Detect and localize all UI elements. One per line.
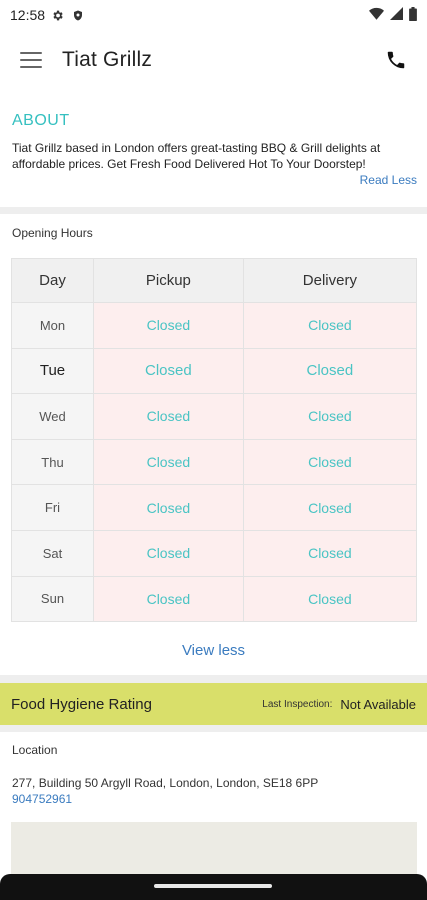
delivery-cell: Closed (242, 529, 418, 577)
view-less-link[interactable]: View less (0, 642, 427, 659)
day-cell: Sun (11, 575, 94, 623)
pickup-cell: Closed (93, 438, 244, 486)
pickup-cell: Closed (93, 347, 244, 395)
delivery-cell: Closed (242, 575, 418, 623)
table-row: Thu Closed Closed (11, 438, 418, 486)
about-section: ABOUT Tiat Grillz based in London offers… (12, 112, 417, 187)
table-row: Wed Closed Closed (11, 393, 418, 440)
pickup-cell: Closed (93, 393, 244, 440)
wifi-icon (369, 7, 384, 23)
status-time: 12:58 (10, 7, 46, 23)
day-cell: Mon (11, 302, 94, 349)
menu-hamburger-icon[interactable] (20, 52, 42, 68)
shield-icon (72, 9, 84, 22)
hygiene-value: Not Available (340, 696, 416, 712)
food-hygiene-bar: Food Hygiene Rating Last Inspection: Not… (0, 683, 427, 725)
delivery-cell: Closed (242, 302, 418, 349)
pickup-cell: Closed (93, 575, 244, 623)
table-row: Sun Closed Closed (11, 575, 418, 623)
day-cell: Sat (11, 529, 94, 577)
hygiene-label: Food Hygiene Rating (11, 695, 152, 713)
status-right-icons (369, 6, 417, 24)
last-inspection-label: Last Inspection: (262, 698, 333, 710)
location-section: Location 277, Building 50 Argyll Road, L… (12, 743, 417, 807)
opening-hours-title: Opening Hours (12, 226, 93, 240)
pickup-cell: Closed (93, 529, 244, 577)
page-title: Tiat Grillz (62, 48, 153, 71)
location-title: Location (12, 743, 58, 757)
read-less-link[interactable]: Read Less (12, 173, 417, 187)
home-gesture-handle[interactable] (154, 884, 272, 888)
opening-hours-table: Day Pickup Delivery Mon Closed Closed Tu… (11, 258, 418, 623)
location-address: 277, Building 50 Argyll Road, London, Lo… (12, 776, 319, 790)
delivery-cell: Closed (242, 438, 418, 486)
table-row: Sat Closed Closed (11, 529, 418, 577)
table-row-today: Tue Closed Closed (11, 347, 418, 395)
settings-gear-icon (51, 9, 64, 22)
table-header-row: Day Pickup Delivery (11, 258, 418, 303)
delivery-cell: Closed (242, 393, 418, 440)
day-cell: Fri (11, 484, 94, 531)
table-row: Mon Closed Closed (11, 302, 418, 349)
section-divider (0, 725, 427, 732)
header-day: Day (11, 258, 94, 303)
day-cell: Wed (11, 393, 94, 440)
header-delivery: Delivery (242, 258, 418, 303)
about-heading: ABOUT (12, 112, 70, 129)
table-row: Fri Closed Closed (11, 484, 418, 531)
signal-icon (390, 7, 403, 23)
delivery-cell: Closed (242, 347, 418, 395)
delivery-cell: Closed (242, 484, 418, 531)
header-pickup: Pickup (93, 258, 244, 303)
day-cell: Tue (11, 347, 94, 395)
pickup-cell: Closed (93, 484, 244, 531)
section-divider (0, 675, 427, 683)
status-bar: 12:58 (0, 0, 427, 30)
day-cell: Thu (11, 438, 94, 486)
about-text: Tiat Grillz based in London offers great… (12, 141, 381, 171)
section-divider (0, 207, 427, 214)
navigation-bar (0, 874, 427, 900)
phone-call-icon[interactable] (385, 49, 407, 71)
battery-icon (409, 6, 417, 24)
pickup-cell: Closed (93, 302, 244, 349)
phone-number-link[interactable]: 904752961 (12, 791, 417, 807)
app-bar: Tiat Grillz (0, 34, 427, 86)
